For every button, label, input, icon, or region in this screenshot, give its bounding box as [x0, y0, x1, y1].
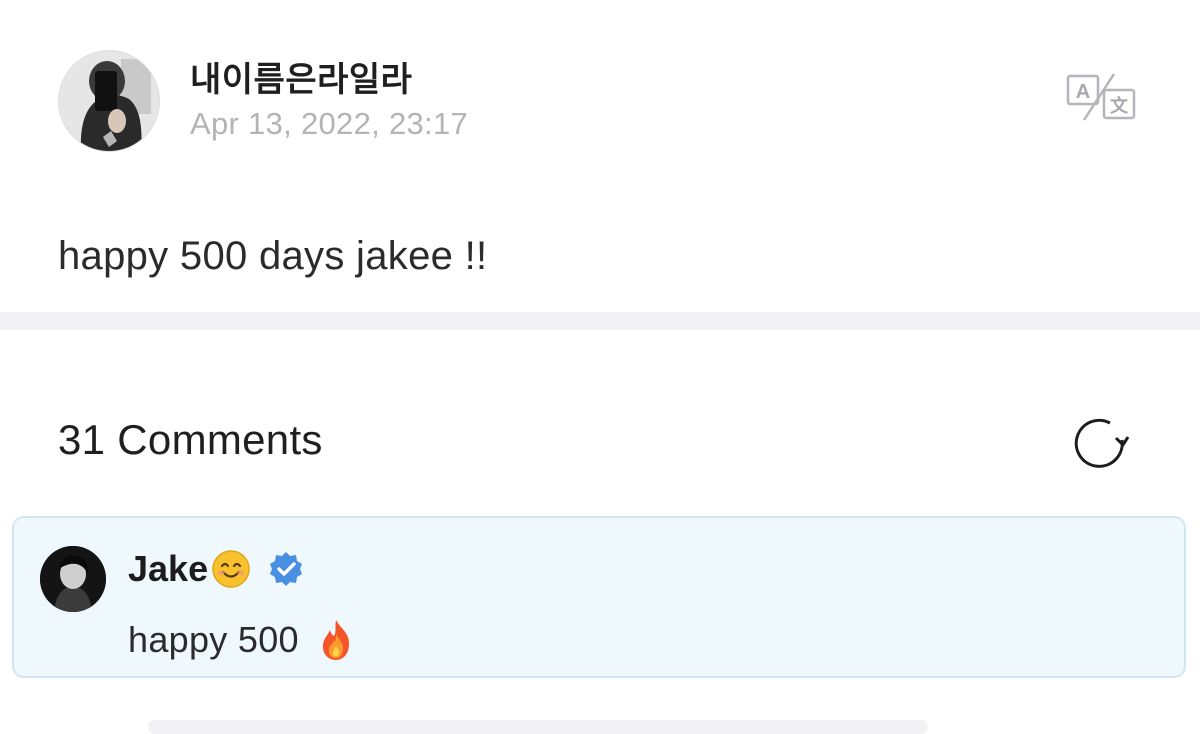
next-comment-peek: [148, 720, 928, 734]
profile-photo-icon: [59, 51, 159, 151]
svg-text:A: A: [1076, 81, 1090, 103]
post-author-name[interactable]: 내이름은라일라: [190, 52, 412, 101]
svg-text:文: 文: [1110, 95, 1129, 117]
smiling-face-icon: [212, 550, 250, 588]
verified-badge-icon: [270, 552, 303, 586]
fire-icon: [322, 620, 349, 660]
comment-text: happy 500: [128, 619, 299, 660]
author-avatar[interactable]: [58, 50, 160, 152]
comment-author-avatar[interactable]: [40, 546, 106, 612]
comment-author-name[interactable]: Jake: [128, 548, 208, 590]
translate-button[interactable]: A 文: [1066, 72, 1138, 124]
comment-item[interactable]: Jake happy 500: [12, 516, 1186, 678]
refresh-comments-button[interactable]: [1072, 414, 1130, 472]
section-divider: [0, 312, 1200, 330]
comment-author-row: Jake: [128, 548, 305, 590]
profile-photo-icon: [40, 546, 106, 612]
translate-icon: A 文: [1066, 73, 1136, 121]
comments-count-heading: 31 Comments: [58, 416, 323, 463]
comment-text-row: happy 500: [128, 618, 357, 662]
post-body-text: happy 500 days jakee !!: [58, 234, 488, 278]
post-header: 내이름은라일라 Apr 13, 2022, 23:17 A 文: [58, 50, 1148, 152]
post-timestamp: Apr 13, 2022, 23:17: [190, 106, 469, 141]
refresh-icon: [1074, 418, 1130, 468]
